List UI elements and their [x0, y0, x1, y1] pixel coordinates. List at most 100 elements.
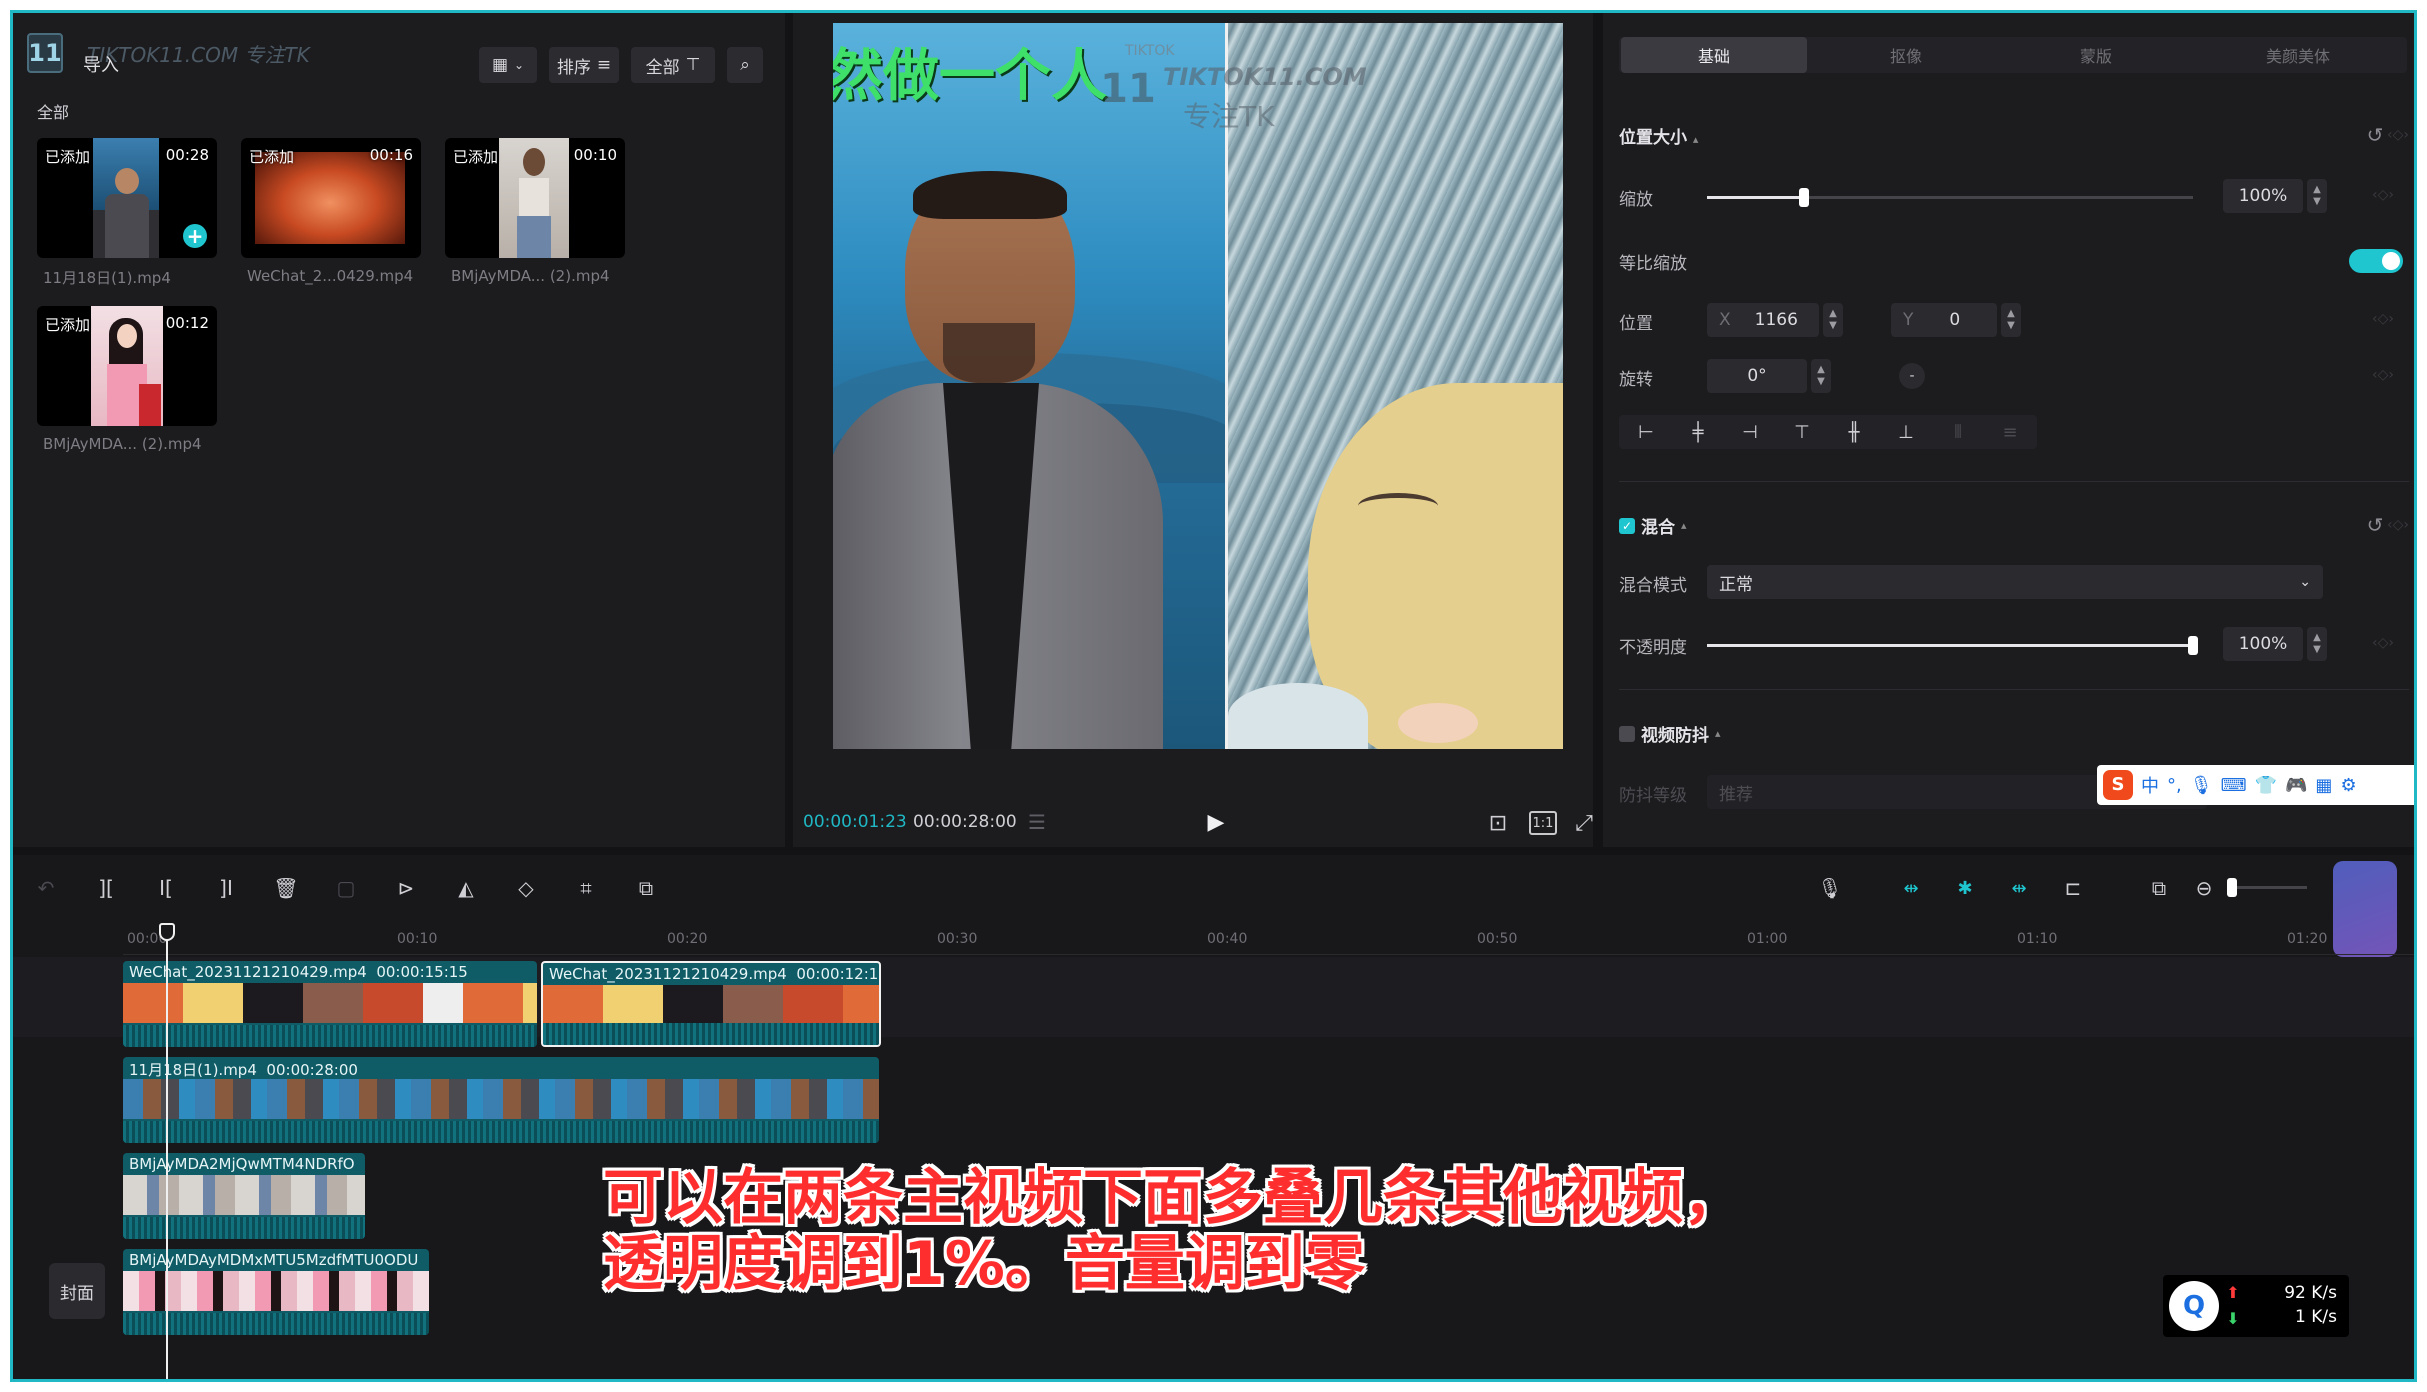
- playhead[interactable]: [159, 923, 175, 1379]
- delete-icon[interactable]: 🗑: [269, 871, 303, 905]
- zoom-slider-handle[interactable]: [2227, 878, 2237, 897]
- scale-slider-handle[interactable]: [1799, 188, 1810, 207]
- ratio-button[interactable]: 1:1: [1529, 811, 1557, 835]
- game-icon[interactable]: 🎮: [2285, 775, 2307, 796]
- split-left-icon[interactable]: I[: [149, 871, 183, 905]
- position-y-stepper[interactable]: ▲ ▼: [2001, 303, 2021, 337]
- fullscreen-icon[interactable]: ⤢: [1569, 808, 1599, 838]
- apps-icon[interactable]: ▦: [2315, 775, 2332, 796]
- rotate-icon[interactable]: ◇: [509, 871, 543, 905]
- image-edit-icon[interactable]: ⧉: [629, 871, 663, 905]
- preview-axis-icon[interactable]: ⊏: [2053, 871, 2093, 905]
- timecode-list-icon[interactable]: ☰: [1019, 809, 1055, 835]
- cover-button[interactable]: 封面: [49, 1263, 105, 1319]
- zoom-fit-icon[interactable]: ⊡: [1483, 808, 1513, 838]
- keyframe-icon[interactable]: ‹◇›: [2363, 307, 2403, 331]
- keyframe-icon[interactable]: ‹◇›: [2383, 513, 2413, 537]
- media-item-3[interactable]: 已添加 00:10: [445, 138, 625, 258]
- timeline-clip[interactable]: WeChat_20231121210429.mp4 00:00:15:15: [123, 961, 537, 1047]
- sort-button[interactable]: 排序 ≡: [549, 47, 619, 83]
- play-button[interactable]: ▶: [1201, 807, 1231, 837]
- freeze-icon[interactable]: ▢: [329, 871, 363, 905]
- align-bottom-icon[interactable]: ⊥: [1883, 417, 1929, 447]
- media-item-2[interactable]: 已添加 00:16: [241, 138, 421, 258]
- uniform-scale-toggle[interactable]: [2349, 249, 2403, 273]
- opacity-slider-handle[interactable]: [2188, 636, 2198, 655]
- keyframe-icon[interactable]: ‹◇›: [2363, 183, 2403, 207]
- keyframe-icon[interactable]: ‹◇›: [2363, 363, 2403, 387]
- all-category[interactable]: 全部: [37, 99, 69, 123]
- stabilize-checkbox[interactable]: [1619, 725, 1635, 742]
- align-center-v-icon[interactable]: ╫: [1831, 417, 1877, 447]
- skin-icon[interactable]: 👕: [2255, 775, 2277, 796]
- split-icon[interactable]: ][: [89, 871, 123, 905]
- position-x-input[interactable]: X 1166: [1707, 303, 1819, 337]
- link-icon[interactable]: ⇹: [1999, 871, 2039, 905]
- ime-toolbar[interactable]: S 中 °, 🎙 ⌨ 👕 🎮 ▦ ⚙: [2097, 765, 2414, 805]
- blend-mode-select[interactable]: 正常 ⌄: [1707, 565, 2323, 599]
- rotation-dial-icon[interactable]: -: [1899, 363, 1925, 389]
- playhead-handle[interactable]: [159, 923, 175, 941]
- align-top-icon[interactable]: ⊤: [1779, 417, 1825, 447]
- timeline-clip-selected[interactable]: WeChat_20231121210429.mp4 00:00:12:15: [541, 961, 881, 1047]
- distribute-h-icon[interactable]: ⫴: [1935, 417, 1981, 447]
- undo-icon[interactable]: ↶: [29, 871, 63, 905]
- auto-snap-icon[interactable]: ✱: [1945, 871, 1985, 905]
- tab-basic[interactable]: 基础: [1621, 37, 1807, 73]
- timeline-clip[interactable]: BMjAyMDAyMDMxMTU5MzdfMTU0ODU: [123, 1249, 429, 1335]
- preview-window-icon[interactable]: ⧉: [2141, 871, 2177, 905]
- settings-icon[interactable]: ⚙: [2340, 775, 2356, 796]
- keyboard-icon[interactable]: ⌨: [2221, 775, 2247, 796]
- timeline-ruler[interactable]: 00:00 00:10 00:20 00:30 00:40 00:50 01:0…: [123, 925, 2414, 955]
- zoom-out-icon[interactable]: ⊖: [2187, 871, 2221, 905]
- timeline-clip[interactable]: 11月18日(1).mp4 00:00:28:00: [123, 1057, 879, 1143]
- align-left-icon[interactable]: ⊢: [1623, 417, 1669, 447]
- media-item-4[interactable]: 已添加 00:12: [37, 306, 217, 426]
- opacity-slider[interactable]: [1707, 636, 2198, 655]
- tutorial-subtitle-line1: 可以在两条主视频下面多叠几条其他视频，: [603, 1163, 1743, 1233]
- ruler-tick: 00:20: [667, 931, 708, 947]
- y-value: 0: [1949, 310, 1961, 330]
- blend-section[interactable]: ✓ 混合 ▴: [1619, 513, 1687, 538]
- position-size-section[interactable]: 位置大小 ▴: [1619, 123, 1698, 148]
- microphone-icon[interactable]: 🎙: [2190, 775, 2213, 796]
- view-mode-button[interactable]: ▦ ⌄: [479, 47, 537, 83]
- ime-chinese-mode[interactable]: 中: [2141, 772, 2159, 798]
- distribute-v-icon[interactable]: ≡: [1987, 417, 2033, 447]
- playback-icon[interactable]: ⊳: [389, 871, 423, 905]
- split-right-icon[interactable]: ]I: [209, 871, 243, 905]
- mirror-icon[interactable]: ◭: [449, 871, 483, 905]
- tab-cutout[interactable]: 抠像: [1813, 37, 1999, 73]
- main-track-magnet-icon[interactable]: ⇹: [1891, 871, 1931, 905]
- blend-checkbox[interactable]: ✓: [1619, 517, 1635, 534]
- stabilize-section[interactable]: 视频防抖 ▴: [1619, 721, 1721, 746]
- keyframe-icon[interactable]: ‹◇›: [2383, 123, 2413, 147]
- align-right-icon[interactable]: ⊣: [1727, 417, 1773, 447]
- opacity-label: 不透明度: [1619, 638, 1687, 658]
- rotation-stepper[interactable]: ▲ ▼: [1811, 359, 1831, 393]
- tab-mask[interactable]: 蒙版: [2003, 37, 2189, 73]
- media-item-name: BMjAyMDA... (2).mp4: [43, 435, 202, 453]
- opacity-stepper[interactable]: ▲ ▼: [2307, 627, 2327, 661]
- add-icon[interactable]: +: [183, 224, 207, 248]
- position-x-stepper[interactable]: ▲ ▼: [1823, 303, 1843, 337]
- scale-stepper[interactable]: ▲ ▼: [2307, 179, 2327, 213]
- rotation-input[interactable]: 0°: [1707, 359, 1807, 393]
- media-item-1[interactable]: 已添加 00:28 +: [37, 138, 217, 258]
- ime-punctuation[interactable]: °,: [2167, 775, 2182, 796]
- position-y-input[interactable]: Y 0: [1891, 303, 1997, 337]
- zoom-slider[interactable]: [2227, 878, 2307, 897]
- preview-canvas[interactable]: 然做一个人 TIKTOK 11 TIKTOK11.COM 专注TK: [833, 23, 1563, 749]
- search-button[interactable]: ⌕: [727, 47, 763, 83]
- align-center-h-icon[interactable]: ╪: [1675, 417, 1721, 447]
- keyframe-icon[interactable]: ‹◇›: [2363, 631, 2403, 655]
- filter-button[interactable]: 全部 ⊤: [631, 47, 715, 83]
- timeline-clip[interactable]: BMjAyMDA2MjQwMTM4NDRfO: [123, 1153, 365, 1239]
- import-tab[interactable]: 导入: [83, 51, 119, 77]
- tab-beauty[interactable]: 美颜美体: [2193, 37, 2403, 73]
- crop-icon[interactable]: ⌗: [569, 871, 603, 905]
- microphone-icon[interactable]: 🎙: [1813, 871, 1847, 905]
- scale-input[interactable]: 100%: [2223, 179, 2303, 213]
- scale-slider[interactable]: [1707, 188, 2193, 207]
- opacity-input[interactable]: 100%: [2223, 627, 2303, 661]
